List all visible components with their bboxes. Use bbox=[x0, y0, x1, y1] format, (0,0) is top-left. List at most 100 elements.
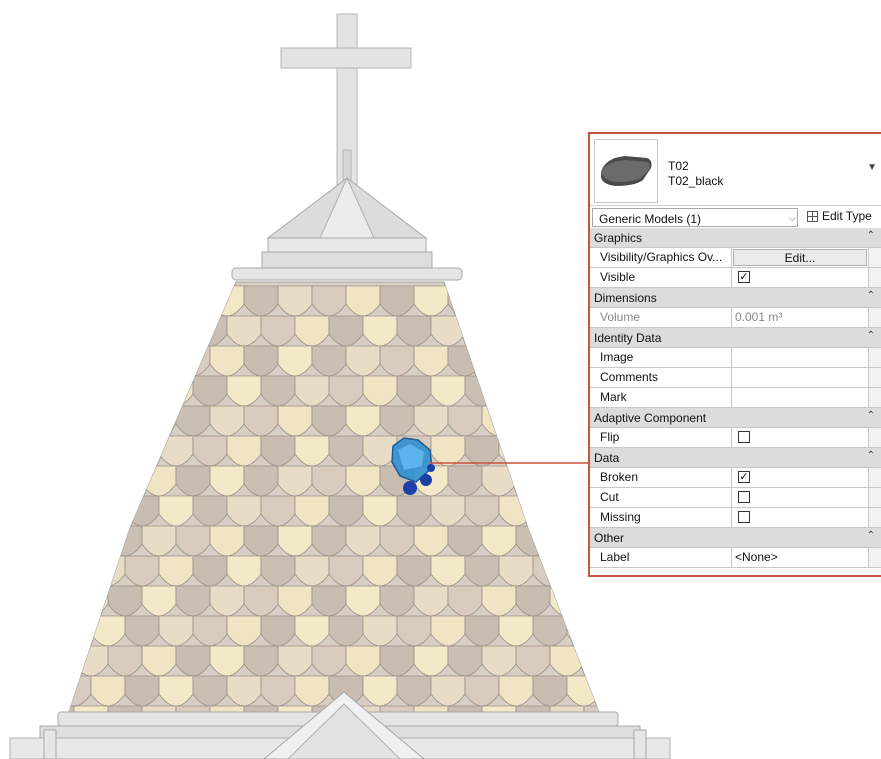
visible-checkbox[interactable]: ✓ bbox=[738, 271, 750, 283]
label-value[interactable]: <None> bbox=[733, 548, 869, 567]
edit-type-label: Edit Type bbox=[822, 209, 872, 223]
collapse-icon[interactable]: ⌃ bbox=[867, 410, 875, 421]
collapse-icon[interactable]: ⌃ bbox=[867, 230, 875, 241]
edit-type-icon bbox=[807, 210, 818, 222]
group-label: Adaptive Component bbox=[594, 411, 707, 425]
shingle-tile bbox=[68, 525, 75, 557]
instance-filter-row: Generic Models (1) ⌵ Edit Type bbox=[590, 206, 881, 229]
shingle-tile bbox=[73, 405, 109, 437]
shingle-tile bbox=[532, 375, 568, 407]
shingle-tile bbox=[124, 375, 160, 407]
param-value-cell bbox=[733, 488, 869, 507]
group-data[interactable]: Data ⌃ bbox=[590, 448, 881, 468]
shingle-tile bbox=[124, 315, 160, 347]
group-other[interactable]: Other ⌃ bbox=[590, 528, 881, 548]
collapse-icon[interactable]: ⌃ bbox=[867, 330, 875, 341]
shingle-tile bbox=[549, 465, 585, 497]
shingle-tile bbox=[68, 615, 92, 647]
shingle-tile bbox=[549, 405, 585, 437]
param-cut: Cut bbox=[590, 488, 881, 508]
row-scrollbar bbox=[868, 468, 881, 487]
shingle-tile bbox=[515, 465, 551, 497]
shingle-tile bbox=[141, 345, 177, 377]
broken-checkbox[interactable]: ✓ bbox=[738, 471, 750, 483]
param-image: Image bbox=[590, 348, 881, 368]
group-dimensions[interactable]: Dimensions ⌃ bbox=[590, 288, 881, 308]
flip-checkbox[interactable] bbox=[738, 431, 750, 443]
group-adaptive-component[interactable]: Adaptive Component ⌃ bbox=[590, 408, 881, 428]
shingle-tile bbox=[583, 585, 600, 617]
param-label-row: Label <None> bbox=[590, 548, 881, 568]
chevron-down-icon: ⌵ bbox=[789, 213, 796, 223]
mark-field[interactable] bbox=[733, 388, 869, 407]
shingle-tile bbox=[73, 525, 109, 557]
missing-checkbox[interactable] bbox=[738, 511, 750, 523]
shingle-tile bbox=[601, 676, 635, 706]
param-value-cell bbox=[733, 428, 869, 447]
shingle-tile bbox=[515, 345, 551, 377]
shingle-tile bbox=[481, 285, 517, 317]
shingle-tile bbox=[549, 525, 585, 557]
row-scrollbar bbox=[868, 348, 881, 367]
param-mark: Mark bbox=[590, 388, 881, 408]
properties-palette[interactable]: T02 T02_black ▼ Generic Models (1) ⌵ Edi… bbox=[588, 132, 881, 577]
shingle-tile bbox=[107, 285, 143, 317]
edit-type-button[interactable]: Edit Type bbox=[807, 209, 872, 223]
collapse-icon[interactable]: ⌃ bbox=[867, 530, 875, 541]
shingle-tile bbox=[124, 435, 160, 467]
row-scrollbar bbox=[868, 248, 881, 267]
shingle-tile bbox=[90, 435, 126, 467]
shingle-tile bbox=[73, 465, 109, 497]
shingle-tile bbox=[498, 375, 534, 407]
shingle-tile bbox=[68, 585, 75, 617]
param-visibility-overrides: Visibility/Graphics Ov... Edit... bbox=[590, 248, 881, 268]
param-label: Broken bbox=[590, 468, 732, 487]
shingle-tile bbox=[532, 315, 568, 347]
param-visible: Visible ✓ bbox=[590, 268, 881, 288]
param-label: Missing bbox=[590, 508, 732, 527]
param-value-cell bbox=[733, 508, 869, 527]
param-broken: Broken ✓ bbox=[590, 468, 881, 488]
shingle-tile bbox=[532, 495, 568, 527]
shingle-tile bbox=[73, 285, 109, 317]
shingle-tile bbox=[532, 435, 568, 467]
type-selector[interactable]: T02 T02_black ▼ bbox=[590, 134, 881, 206]
shingle-tile bbox=[107, 465, 143, 497]
shingle-tile bbox=[464, 315, 500, 347]
cut-checkbox[interactable] bbox=[738, 491, 750, 503]
shingle-roof bbox=[67, 281, 669, 716]
edit-overrides-button[interactable]: Edit... bbox=[733, 249, 867, 266]
shingle-tile bbox=[549, 345, 585, 377]
shingle-tile bbox=[68, 405, 75, 437]
shingle-tile bbox=[515, 285, 551, 317]
shingle-tile bbox=[515, 405, 551, 437]
shingle-tile bbox=[68, 465, 75, 497]
instance-filter-value: Generic Models (1) bbox=[599, 212, 702, 226]
shingle-tile bbox=[107, 345, 143, 377]
group-identity-data[interactable]: Identity Data ⌃ bbox=[590, 328, 881, 348]
shingle-tile bbox=[618, 646, 652, 676]
shingle-tile bbox=[68, 435, 92, 467]
instance-filter-select[interactable]: Generic Models (1) ⌵ bbox=[592, 208, 798, 227]
param-label: Comments bbox=[590, 368, 732, 387]
shingle-tile bbox=[158, 315, 194, 347]
row-scrollbar bbox=[868, 488, 881, 507]
type-dropdown-icon[interactable]: ▼ bbox=[867, 162, 877, 173]
comments-field[interactable] bbox=[733, 368, 869, 387]
shingle-tile bbox=[90, 375, 126, 407]
type-family-name: T02 bbox=[668, 159, 689, 173]
group-label: Dimensions bbox=[594, 291, 657, 305]
image-field[interactable] bbox=[733, 348, 869, 367]
group-label: Other bbox=[594, 531, 625, 545]
collapse-icon[interactable]: ⌃ bbox=[867, 290, 875, 301]
group-graphics[interactable]: Graphics ⌃ bbox=[590, 228, 881, 248]
collapse-icon[interactable]: ⌃ bbox=[867, 450, 875, 461]
shingle-tile bbox=[90, 315, 126, 347]
type-name: T02_black bbox=[668, 174, 724, 188]
param-value-cell bbox=[733, 468, 869, 487]
shingle-tile bbox=[141, 285, 177, 317]
param-label: Cut bbox=[590, 488, 732, 507]
shingle-tile bbox=[635, 616, 669, 646]
group-label: Identity Data bbox=[594, 331, 662, 345]
param-label: Mark bbox=[590, 388, 732, 407]
